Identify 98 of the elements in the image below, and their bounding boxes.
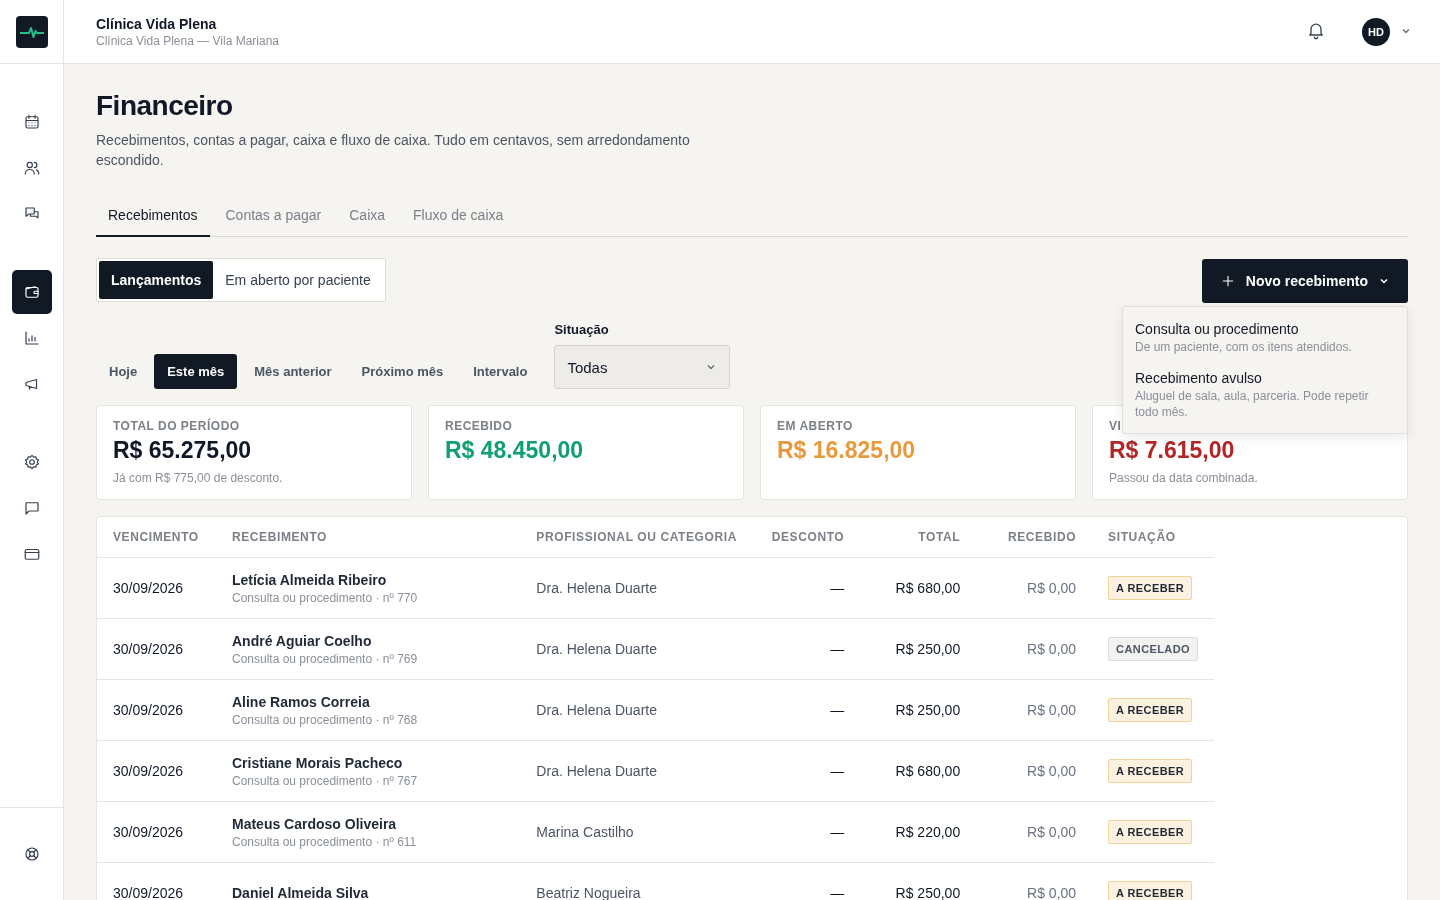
received-amount: R$ 0,00 bbox=[1027, 580, 1077, 596]
users-icon bbox=[22, 159, 41, 177]
total-amount: R$ 250,00 bbox=[895, 641, 961, 657]
patient-name[interactable]: André Aguiar Coelho bbox=[232, 632, 505, 649]
patient-name[interactable]: Letícia Almeida Ribeiro bbox=[232, 571, 505, 588]
received-amount: R$ 0,00 bbox=[1027, 763, 1077, 779]
menu-item-title: Recebimento avulso bbox=[1135, 370, 1263, 386]
status-badge: A RECEBER bbox=[1108, 881, 1193, 900]
column-header: RECEBIDO bbox=[1007, 530, 1077, 544]
menu-item-description: De um paciente, com os itens atendidos. bbox=[1135, 339, 1353, 355]
due-date: 30/09/2026 bbox=[113, 763, 184, 779]
period-chip[interactable]: Mês anterior bbox=[241, 354, 345, 389]
period-chip[interactable]: Hoje bbox=[96, 354, 151, 389]
period-chip[interactable]: Próximo mês bbox=[348, 354, 457, 389]
clinic-unit: Clínica Vida Plena — Vila Mariana bbox=[96, 33, 280, 48]
due-date: 30/09/2026 bbox=[113, 641, 184, 657]
discount-value: — bbox=[830, 885, 845, 900]
column-header: VENCIMENTO bbox=[113, 530, 199, 544]
discount-value: — bbox=[830, 763, 845, 779]
status-badge: A RECEBER bbox=[1108, 820, 1193, 844]
calendar-icon bbox=[22, 113, 41, 131]
professional-name: Dra. Helena Duarte bbox=[536, 580, 657, 596]
card-label: EM ABERTO bbox=[777, 419, 854, 433]
card-label: TOTAL DO PERÍODO bbox=[113, 419, 241, 433]
bar-chart-icon bbox=[22, 329, 41, 347]
page-subtitle: Recebimentos, contas a pagar, caixa e fluxo de caixa. Tudo em centavos, sem arredondamento escondido. bbox=[96, 131, 691, 170]
due-date: 30/09/2026 bbox=[113, 824, 184, 840]
column-header: DESCONTO bbox=[771, 530, 845, 544]
professional-name: Marina Castilho bbox=[536, 824, 634, 840]
total-amount: R$ 250,00 bbox=[895, 885, 961, 900]
column-header: PROFISSIONAL OU CATEGORIA bbox=[536, 530, 737, 544]
card-amount: R$ 16.825,00 bbox=[777, 437, 917, 464]
menu-item-description: Aluguel de sala, aula, parceria. Pode repetir todo mês. bbox=[1135, 388, 1370, 420]
status-badge: CANCELADO bbox=[1108, 637, 1198, 661]
total-amount: R$ 250,00 bbox=[895, 702, 961, 718]
card-label: VI bbox=[1109, 419, 1123, 433]
period-chip[interactable]: Intervalo bbox=[460, 354, 541, 389]
page-title: Financeiro bbox=[96, 90, 234, 122]
card-amount: R$ 65.275,00 bbox=[113, 437, 253, 464]
section-tab[interactable]: Fluxo de caixa bbox=[401, 198, 516, 237]
card-note: Passou da data combinada. bbox=[1109, 471, 1259, 485]
view-toggle[interactable]: Em aberto por paciente bbox=[213, 261, 383, 299]
total-amount: R$ 680,00 bbox=[895, 580, 961, 596]
discount-value: — bbox=[830, 641, 845, 657]
status-badge: A RECEBER bbox=[1108, 759, 1193, 783]
receipt-detail: Consulta ou procedimento · nº 768 bbox=[232, 712, 419, 727]
menu-item[interactable]: Consulta ou procedimento De um paciente, com os itens atendidos. bbox=[1123, 313, 1407, 362]
due-date: 30/09/2026 bbox=[113, 702, 184, 718]
total-amount: R$ 680,00 bbox=[895, 763, 961, 779]
discount-value: — bbox=[830, 580, 845, 596]
menu-item[interactable]: Recebimento avulso Aluguel de sala, aula, parceria. Pode repetir todo mês. bbox=[1123, 362, 1407, 427]
discount-value: — bbox=[830, 702, 845, 718]
status-badge: A RECEBER bbox=[1108, 698, 1193, 722]
message-icon bbox=[22, 499, 41, 517]
status-select[interactable]: Todas bbox=[554, 345, 731, 389]
card-note: Já com R$ 775,00 de desconto. bbox=[113, 471, 284, 485]
due-date: 30/09/2026 bbox=[113, 580, 184, 596]
professional-name: Beatriz Nogueira bbox=[536, 885, 641, 900]
patient-name[interactable]: Aline Ramos Correia bbox=[232, 693, 505, 710]
discount-value: — bbox=[830, 824, 845, 840]
menu-item-title: Consulta ou procedimento bbox=[1135, 321, 1300, 337]
lifebuoy-icon bbox=[22, 845, 41, 863]
patient-name[interactable]: Daniel Almeida Silva bbox=[232, 885, 505, 900]
receipt-detail: Consulta ou procedimento · nº 767 bbox=[232, 773, 419, 788]
card-label: RECEBIDO bbox=[445, 419, 514, 433]
patient-name[interactable]: Mateus Cardoso Oliveira bbox=[232, 815, 505, 832]
view-toggle[interactable]: Lançamentos bbox=[99, 261, 214, 299]
card-amount: R$ 48.450,00 bbox=[445, 437, 585, 464]
column-header: TOTAL bbox=[918, 530, 961, 544]
section-tab[interactable]: Caixa bbox=[337, 198, 398, 237]
status-badge: A RECEBER bbox=[1108, 576, 1193, 600]
due-date: 30/09/2026 bbox=[113, 885, 184, 900]
logo-icon[interactable] bbox=[15, 15, 48, 48]
field-label: Situação bbox=[554, 322, 610, 337]
column-header: RECEBIMENTO bbox=[232, 530, 328, 544]
wallet-icon bbox=[22, 283, 41, 301]
received-amount: R$ 0,00 bbox=[1027, 702, 1077, 718]
receipt-detail: Consulta ou procedimento · nº 770 bbox=[232, 590, 419, 605]
user-avatar[interactable]: HD bbox=[1362, 17, 1390, 46]
received-amount: R$ 0,00 bbox=[1027, 641, 1077, 657]
column-header: SITUAÇÃO bbox=[1108, 530, 1176, 544]
wallet-nav-item[interactable] bbox=[11, 270, 52, 314]
section-tab[interactable]: Recebimentos bbox=[96, 198, 210, 237]
receipt-detail: Consulta ou procedimento · nº 769 bbox=[232, 651, 419, 666]
patient-name[interactable]: Cristiane Morais Pacheco bbox=[232, 754, 505, 771]
professional-name: Dra. Helena Duarte bbox=[536, 641, 657, 657]
total-amount: R$ 220,00 bbox=[895, 824, 961, 840]
card-amount: R$ 7.615,00 bbox=[1109, 437, 1236, 464]
professional-name: Dra. Helena Duarte bbox=[536, 702, 657, 718]
clinic-name: Clínica Vida Plena bbox=[96, 15, 218, 32]
receipt-detail: Consulta ou procedimento · nº 611 bbox=[232, 834, 418, 849]
received-amount: R$ 0,00 bbox=[1027, 885, 1077, 900]
new-receipt-button[interactable]: Novo recebimento bbox=[1201, 259, 1408, 303]
section-tab[interactable]: Contas a pagar bbox=[213, 198, 334, 237]
period-chip[interactable]: Este mês bbox=[154, 354, 238, 389]
professional-name: Dra. Helena Duarte bbox=[536, 763, 657, 779]
received-amount: R$ 0,00 bbox=[1027, 824, 1077, 840]
settings-icon bbox=[22, 453, 41, 471]
